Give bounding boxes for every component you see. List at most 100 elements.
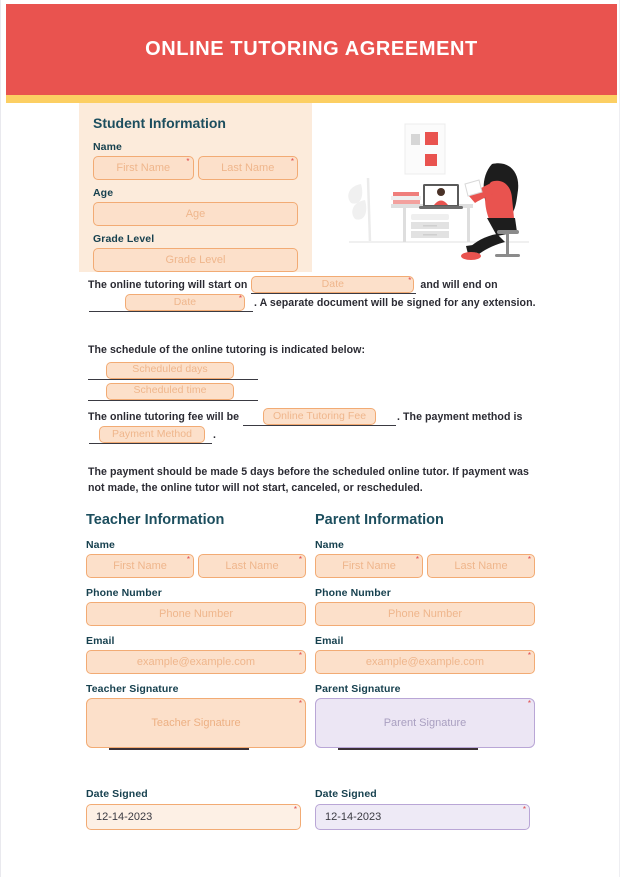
teacher-phone-group: Phone Number Phone Number (86, 587, 306, 626)
start-end-clause: The online tutoring will start on Date *… (88, 276, 543, 312)
payment-method-placeholder: Payment Method (111, 427, 193, 440)
student-section-title: Student Information (93, 115, 226, 131)
required-star-icon: * (527, 651, 531, 660)
parent-section-title: Parent Information (315, 512, 444, 528)
scheduled-days-placeholder: Scheduled days (132, 363, 208, 376)
parent-email-input[interactable]: example@example.com * (315, 650, 535, 674)
teacher-date-signed-input[interactable]: 12-14-2023 * (86, 804, 301, 830)
schedule-intro-text: The schedule of the online tutoring is i… (88, 344, 366, 356)
parent-phone-input[interactable]: Phone Number (315, 602, 535, 626)
scheduled-time-placeholder: Scheduled time (133, 384, 207, 397)
schedule-clause: The schedule of the online tutoring is i… (88, 343, 543, 401)
student-last-name-input[interactable]: Last Name * (197, 156, 298, 180)
teacher-signature-input[interactable]: Teacher Signature * (86, 698, 306, 750)
required-star-icon: * (522, 805, 526, 814)
parent-date-signed-label: Date Signed (315, 788, 377, 800)
student-age-label: Age (93, 187, 114, 199)
fee-clause: The online tutoring fee will be Online T… (88, 408, 528, 444)
parent-date-signed-group: Date Signed 12-14-2023 * (315, 788, 530, 830)
scheduled-days-input[interactable]: Scheduled days (106, 361, 234, 379)
parent-email-label: Email (315, 635, 344, 647)
parent-phone-label: Phone Number (315, 587, 391, 599)
teacher-signature-placeholder: Teacher Signature (151, 717, 241, 729)
student-first-name-placeholder: First Name (116, 162, 171, 174)
teacher-last-name-placeholder: Last Name (225, 560, 279, 572)
required-star-icon: * (298, 555, 302, 564)
required-star-icon: * (186, 157, 190, 166)
teacher-date-signed-label: Date Signed (86, 788, 148, 800)
start-date-placeholder: Date (321, 277, 345, 290)
teacher-date-signed-value: 12-14-2023 (96, 811, 153, 823)
student-age-placeholder: Age (185, 208, 206, 220)
teacher-first-name-input[interactable]: First Name * (86, 554, 194, 578)
parent-phone-placeholder: Phone Number (388, 608, 462, 620)
start-clause-text-2: and will end on (420, 278, 498, 291)
teacher-email-input[interactable]: example@example.com * (86, 650, 306, 674)
page-title: ONLINE TUTORING AGREEMENT (145, 38, 478, 60)
fee-field-wrap[interactable]: Online Tutoring Fee (243, 408, 397, 426)
student-grade-label: Grade Level (93, 233, 155, 245)
teacher-email-label: Email (86, 635, 115, 647)
teacher-name-row: First Name * Last Name * (86, 554, 306, 578)
required-star-icon: * (408, 276, 412, 285)
parent-email-group: Email example@example.com * (315, 635, 535, 674)
scheduled-days-line[interactable]: Scheduled days (88, 361, 258, 380)
teacher-signature-baseline (109, 748, 249, 750)
required-star-icon: * (186, 555, 190, 564)
payment-method-input[interactable]: Payment Method (99, 426, 205, 443)
online-tutoring-illustration (319, 106, 559, 271)
parent-signature-label: Parent Signature (315, 683, 401, 695)
parent-date-signed-input[interactable]: 12-14-2023 * (315, 804, 530, 830)
student-first-name-input[interactable]: First Name * (93, 156, 194, 180)
student-grade-placeholder: Grade Level (165, 254, 226, 266)
scheduled-time-input[interactable]: Scheduled time (106, 382, 234, 400)
required-star-icon: * (527, 699, 531, 708)
teacher-email-placeholder: example@example.com (136, 656, 256, 668)
required-star-icon: * (527, 555, 531, 564)
start-clause-text-3: . A separate document will be signed for… (254, 296, 536, 309)
scheduled-time-line[interactable]: Scheduled time (88, 382, 258, 401)
teacher-name-label: Name (86, 539, 115, 551)
teacher-signature-label: Teacher Signature (86, 683, 179, 695)
start-date-field-wrap[interactable]: Date * (251, 276, 417, 294)
parent-name-group: Name First Name * Last Name * (315, 539, 535, 578)
fee-placeholder: Online Tutoring Fee (272, 409, 367, 422)
teacher-email-group: Email example@example.com * (86, 635, 306, 674)
parent-name-row: First Name * Last Name * (315, 554, 535, 578)
parent-email-placeholder: example@example.com (365, 656, 485, 668)
student-age-input[interactable]: Age (93, 202, 298, 226)
required-star-icon: * (293, 805, 297, 814)
parent-last-name-input[interactable]: Last Name * (427, 554, 535, 578)
teacher-date-signed-group: Date Signed 12-14-2023 * (86, 788, 301, 830)
teacher-last-name-input[interactable]: Last Name * (198, 554, 306, 578)
teacher-phone-input[interactable]: Phone Number (86, 602, 306, 626)
agreement-page: ONLINE TUTORING AGREEMENT Student Inform… (0, 0, 620, 877)
student-information-panel: Student Information Name First Name * La… (79, 103, 312, 272)
required-star-icon: * (290, 157, 294, 166)
start-date-input[interactable]: Date * (251, 276, 415, 293)
end-date-input[interactable]: Date * (125, 294, 245, 311)
parent-signature-placeholder: Parent Signature (383, 717, 467, 729)
document-header: ONLINE TUTORING AGREEMENT (6, 4, 617, 95)
payment-terms-text: The payment should be made 5 days before… (88, 466, 529, 494)
end-date-field-wrap[interactable]: Date * (89, 294, 253, 312)
required-star-icon: * (238, 294, 242, 303)
payment-method-field-wrap[interactable]: Payment Method (89, 426, 212, 444)
student-name-row: First Name * Last Name * (93, 156, 298, 180)
required-star-icon: * (298, 651, 302, 660)
required-star-icon: * (298, 699, 302, 708)
teacher-section-title: Teacher Information (86, 512, 225, 528)
required-star-icon: * (415, 555, 419, 564)
parent-date-signed-value: 12-14-2023 (325, 811, 382, 823)
teacher-phone-placeholder: Phone Number (159, 608, 233, 620)
end-date-placeholder: Date (173, 295, 197, 308)
teacher-information-section: Teacher Information Name First Name * La… (86, 512, 306, 757)
parent-signature-input[interactable]: Parent Signature * (315, 698, 535, 750)
student-grade-input[interactable]: Grade Level (93, 248, 298, 272)
parent-first-name-input[interactable]: First Name * (315, 554, 423, 578)
start-clause-text-1: The online tutoring will start on (88, 278, 248, 291)
online-tutoring-fee-input[interactable]: Online Tutoring Fee (263, 408, 377, 425)
parent-signature-group: Parent Signature Parent Signature * (315, 683, 535, 750)
fee-clause-text-3: . (213, 428, 216, 441)
header-accent-strip (6, 95, 617, 103)
